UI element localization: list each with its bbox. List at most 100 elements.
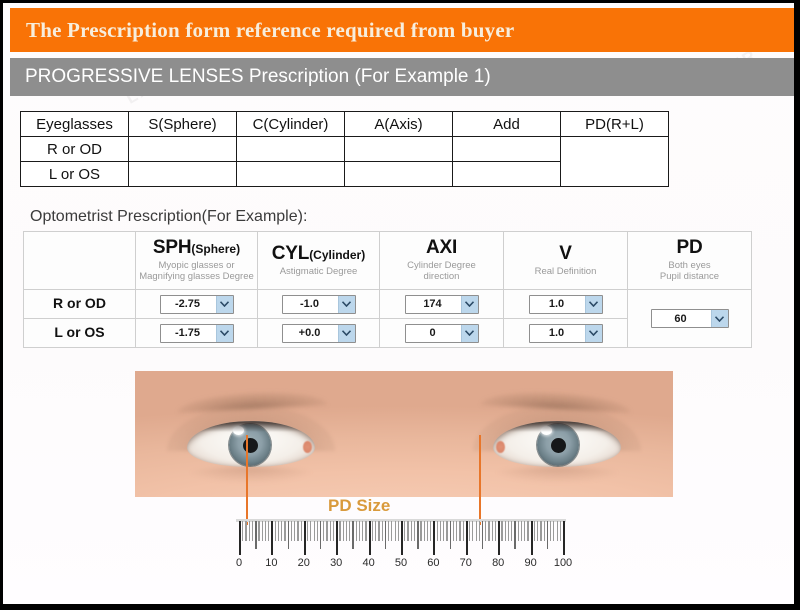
chevron-down-icon[interactable]	[337, 295, 355, 313]
ruler-tick-label: 70	[459, 557, 472, 569]
cell-left-add[interactable]	[452, 161, 561, 187]
ruler-tick	[371, 521, 374, 541]
chevron-down-icon[interactable]	[460, 295, 478, 313]
sph-left-select[interactable]: -1.75	[159, 323, 234, 343]
blank-prescription-table: Eyeglasses S(Sphere) C(Cylinder) A(Axis)…	[20, 111, 669, 187]
ruler-tick	[472, 521, 474, 541]
v-left-select[interactable]: 1.0	[528, 323, 603, 343]
column-header-v-main: V	[559, 242, 572, 264]
pd-select[interactable]: 60	[650, 309, 729, 329]
ruler-tick	[255, 521, 257, 549]
cell-right-v: 1.0	[503, 289, 628, 319]
chevron-down-icon[interactable]	[584, 324, 602, 342]
ruler-tick	[417, 521, 419, 549]
ruler-tick	[459, 521, 461, 541]
page-title: The Prescription form reference required…	[26, 17, 515, 42]
ruler-tick	[368, 521, 371, 555]
column-header-cylinder: C(Cylinder)	[236, 111, 345, 137]
table-row: R or OD	[20, 136, 669, 187]
ruler-tick	[517, 521, 519, 541]
eye-left	[187, 421, 315, 467]
ruler-tick	[268, 521, 270, 541]
ruler-tick	[320, 521, 322, 549]
sph-right-value: -2.75	[174, 298, 201, 311]
section-subtitle-bar: PROGRESSIVE LENSES Prescription (For Exa…	[10, 58, 794, 96]
ruler-tick-label: 100	[553, 557, 573, 569]
ruler-tick-label: 10	[265, 557, 278, 569]
ruler-tick	[352, 521, 354, 549]
cell-right-cylinder[interactable]	[236, 136, 345, 162]
column-header-sphere: S(Sphere)	[128, 111, 237, 137]
pupil-right	[550, 437, 566, 453]
ruler-tick-label: 0	[235, 557, 243, 569]
chevron-down-icon[interactable]	[337, 324, 355, 342]
chevron-down-icon[interactable]	[215, 324, 233, 342]
axi-left-select[interactable]: 0	[404, 323, 479, 343]
ruler-tick	[345, 521, 348, 541]
cell-right-sphere[interactable]	[128, 136, 237, 162]
ruler-tick	[239, 521, 241, 555]
ruler-tick	[469, 521, 471, 541]
sph-right-select[interactable]: -2.75	[159, 294, 234, 314]
ruler-tick	[404, 521, 406, 541]
ruler-tick	[281, 521, 283, 541]
cyl-left-select[interactable]: +0.0	[281, 323, 356, 343]
ruler-tick-label: 60	[427, 557, 440, 569]
cell-left-axis[interactable]	[344, 161, 453, 187]
cell-pd-merged[interactable]	[560, 136, 669, 187]
ruler-tick	[559, 521, 561, 541]
ruler-tick	[426, 521, 429, 541]
ruler-tick	[378, 521, 380, 541]
column-header-axis: A(Axis)	[344, 111, 453, 137]
ruler-tick	[465, 521, 468, 555]
cyl-left-value: +0.0	[298, 327, 321, 340]
cell-right-cyl: -1.0	[257, 289, 380, 319]
ruler-tick	[410, 521, 412, 541]
ruler-tick	[294, 521, 296, 541]
cell-right-add[interactable]	[452, 136, 561, 162]
ruler-tick	[462, 521, 464, 541]
section-subtitle: PROGRESSIVE LENSES Prescription (For Exa…	[25, 66, 491, 87]
ruler-tick	[251, 521, 254, 541]
ruler-tick	[362, 521, 364, 541]
ruler-tick	[456, 521, 458, 541]
ruler-tick	[407, 521, 409, 541]
sph-left-value: -1.75	[174, 327, 201, 340]
ruler-tick	[394, 521, 396, 541]
pupil-left	[242, 437, 258, 453]
ruler-tick	[303, 521, 306, 555]
ruler-tick	[388, 521, 390, 541]
ruler-tick	[413, 521, 416, 541]
ruler-tick	[381, 521, 383, 541]
cell-left-sph: -1.75	[135, 318, 258, 348]
cell-left-sphere[interactable]	[128, 161, 237, 187]
cell-left-cylinder[interactable]	[236, 161, 345, 187]
column-header-pd-sub: Both eyes Pupil distance	[659, 260, 720, 283]
cyl-right-select[interactable]: -1.0	[281, 294, 356, 314]
under-eye-shadow-right	[491, 467, 623, 483]
ruler-tick	[277, 521, 280, 541]
chevron-down-icon[interactable]	[460, 324, 478, 342]
axi-right-select[interactable]: 174	[404, 294, 479, 314]
row-label-left-eye: L or OS	[20, 161, 129, 187]
column-header-sph-sub: Myopic glasses or Magnifying glasses Degr…	[139, 260, 254, 283]
cell-right-axis[interactable]	[344, 136, 453, 162]
ruler-tick	[485, 521, 487, 541]
tear-duct-left	[303, 441, 312, 453]
column-header-cyl: CYL(Cylinder) Astigmatic Degree	[257, 231, 380, 290]
ruler-tick	[284, 521, 286, 541]
ruler-tick	[342, 521, 344, 541]
ruler-tick	[323, 521, 325, 541]
chevron-down-icon[interactable]	[215, 295, 233, 313]
chevron-down-icon[interactable]	[584, 295, 602, 313]
column-header-blank	[23, 231, 136, 290]
ruler-tick-label: 40	[362, 557, 375, 569]
axi-left-value: 0	[429, 327, 436, 340]
ruler-tick	[475, 521, 477, 541]
chevron-down-icon[interactable]	[710, 310, 728, 328]
eye-right	[493, 421, 621, 467]
v-right-select[interactable]: 1.0	[528, 294, 603, 314]
ruler-tick	[355, 521, 357, 541]
ruler-tick	[300, 521, 302, 541]
cell-right-axi: 174	[379, 289, 504, 319]
